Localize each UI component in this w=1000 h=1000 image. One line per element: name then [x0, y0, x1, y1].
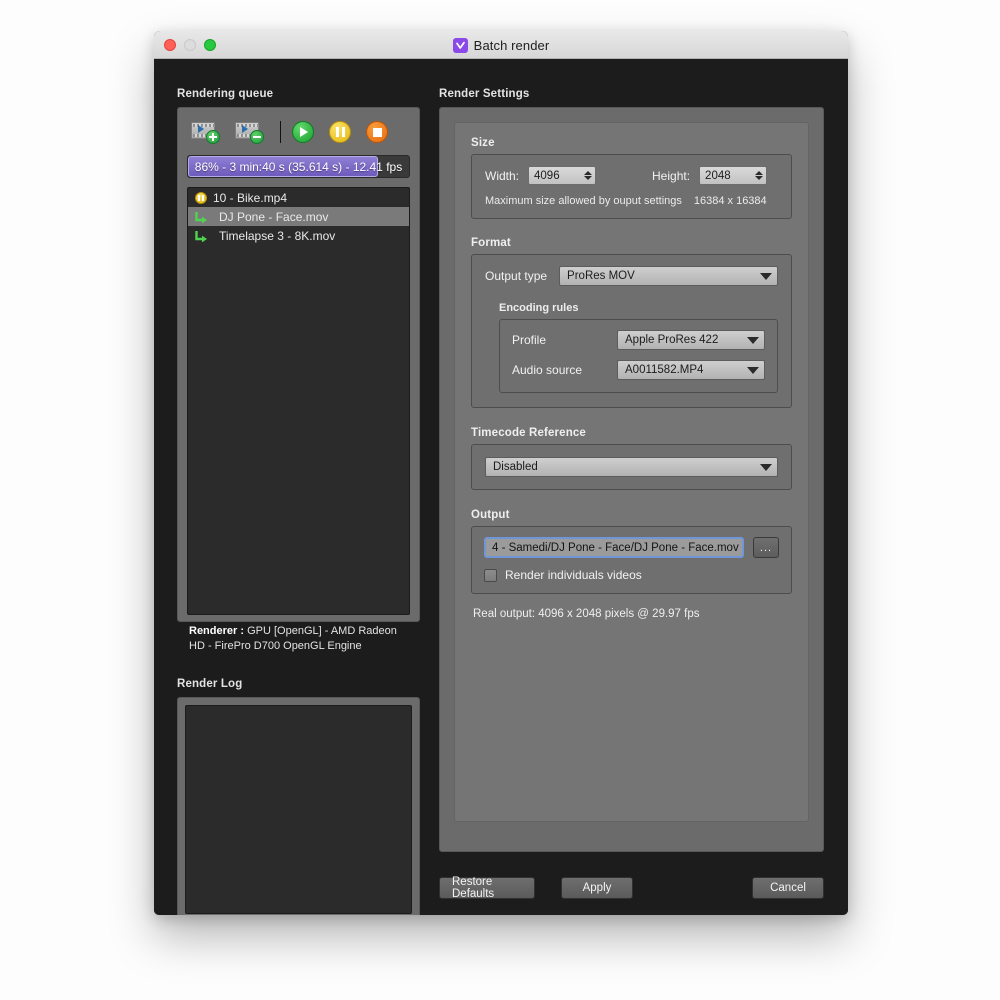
render-individuals-checkbox[interactable]	[484, 568, 497, 582]
audio-source-dropdown[interactable]: A0011582.MP4	[617, 360, 765, 380]
real-output-text: Real output: 4096 x 2048 pixels @ 29.97 …	[473, 608, 700, 620]
chevron-down-icon	[747, 336, 759, 344]
stepper-arrows-icon[interactable]	[584, 171, 593, 180]
add-clip-icon[interactable]	[190, 120, 220, 144]
width-value: 4096	[534, 169, 560, 182]
render-log-panel	[177, 697, 420, 915]
minus-badge-icon	[250, 130, 264, 144]
format-group-title: Format	[471, 237, 511, 249]
list-item[interactable]: 10 - Bike.mp4	[188, 188, 409, 207]
rendering-queue-panel: 86% - 3 min:40 s (35.614 s) - 12.41 fps …	[177, 107, 420, 652]
profile-dropdown[interactable]: Apple ProRes 422	[617, 330, 765, 350]
list-item-label: DJ Pone - Face.mov	[219, 209, 329, 224]
chevron-down-icon	[747, 366, 759, 374]
window-body: Rendering queue 86% - 3 min:40 s (35.614…	[154, 59, 848, 915]
render-progress-text: 86% - 3 min:40 s (35.614 s) - 12.41 fps	[194, 159, 403, 174]
timecode-group-title: Timecode Reference	[471, 427, 586, 439]
profile-label: Profile	[512, 333, 547, 347]
height-label: Height:	[652, 168, 691, 183]
render-queue-list[interactable]: 10 - Bike.mp4 DJ Pone - Face.mov Timelap…	[187, 187, 410, 615]
app-icon	[452, 37, 468, 53]
render-progress-bar: 86% - 3 min:40 s (35.614 s) - 12.41 fps	[187, 155, 410, 178]
output-path-value: 4 - Samedi/DJ Pone - Face/DJ Pone - Face…	[492, 541, 739, 554]
cancel-button[interactable]: Cancel	[752, 877, 824, 899]
render-individuals-label: Render individuals videos	[505, 568, 642, 582]
size-group: Width: 4096 Height: 2048 Maximum size al…	[471, 154, 792, 219]
encoding-rules-title: Encoding rules	[499, 302, 579, 314]
render-settings-panel: Size Width: 4096 Height: 2048 Maximum si…	[439, 107, 824, 852]
timecode-group: Disabled	[471, 444, 792, 490]
render-log-label: Render Log	[177, 678, 243, 690]
render-settings-label: Render Settings	[439, 88, 530, 100]
render-log-column: Render Log	[177, 678, 420, 915]
remove-clip-icon[interactable]	[234, 120, 264, 144]
batch-render-window: Batch render Rendering queue 86% - 3 min…	[154, 31, 848, 915]
width-stepper[interactable]: 4096	[528, 166, 597, 185]
status-arrow-icon	[195, 211, 213, 223]
audio-source-value: A0011582.MP4	[625, 364, 704, 376]
output-group: 4 - Samedi/DJ Pone - Face/DJ Pone - Face…	[471, 526, 792, 594]
output-group-title: Output	[471, 509, 510, 521]
dialog-buttons: Restore Defaults Apply Cancel	[439, 876, 824, 900]
browse-button[interactable]: ...	[753, 537, 779, 558]
renderer-info-prefix: Renderer :	[189, 625, 245, 637]
status-arrow-icon	[195, 230, 213, 242]
output-path-row: 4 - Samedi/DJ Pone - Face/DJ Pone - Face…	[484, 537, 779, 558]
stepper-arrows-icon[interactable]	[755, 171, 764, 180]
timecode-value: Disabled	[493, 461, 538, 473]
play-button[interactable]	[292, 121, 314, 143]
max-size-label: Maximum size allowed by ouput settings	[485, 195, 682, 207]
render-log-box[interactable]	[185, 705, 412, 914]
play-icon	[300, 127, 308, 137]
window-title-group: Batch render	[154, 31, 848, 59]
stop-button[interactable]	[366, 121, 388, 143]
height-value: 2048	[705, 169, 731, 182]
list-item-label: Timelapse 3 - 8K.mov	[219, 228, 336, 243]
apply-button[interactable]: Apply	[561, 877, 633, 899]
renderer-info: Renderer : GPU [OpenGL] - AMD Radeon HD …	[187, 624, 410, 654]
max-size-value: 16384 x 16384	[693, 195, 767, 207]
max-size-note: Maximum size allowed by ouput settings 1…	[485, 195, 778, 207]
encoding-rules-group: Profile Apple ProRes 422 Audio source A0…	[499, 319, 778, 393]
profile-value: Apple ProRes 422	[625, 334, 719, 346]
list-item-label: 10 - Bike.mp4	[213, 190, 288, 205]
chevron-down-icon	[760, 272, 772, 280]
queue-toolbar	[187, 117, 410, 147]
window-title: Batch render	[473, 37, 550, 53]
width-label: Width:	[485, 168, 520, 183]
render-settings-column: Render Settings Size Width: 4096 Height:…	[439, 88, 824, 852]
output-type-label: Output type	[485, 269, 548, 283]
render-settings-inner: Size Width: 4096 Height: 2048 Maximum si…	[454, 122, 809, 822]
output-type-value: ProRes MOV	[567, 270, 635, 282]
window-titlebar: Batch render	[154, 31, 848, 59]
list-item[interactable]: DJ Pone - Face.mov	[188, 207, 409, 226]
render-individuals-row[interactable]: Render individuals videos	[484, 568, 779, 582]
rendering-queue-column: Rendering queue 86% - 3 min:40 s (35.614…	[177, 88, 420, 652]
timecode-dropdown[interactable]: Disabled	[485, 457, 778, 477]
stop-icon	[372, 127, 382, 137]
pause-icon	[335, 127, 345, 137]
chevron-down-icon	[760, 463, 772, 471]
screen-canvas: Batch render Rendering queue 86% - 3 min…	[0, 0, 1000, 1000]
format-group: Output type ProRes MOV Encoding rules Pr…	[471, 254, 792, 408]
pause-button[interactable]	[329, 121, 351, 143]
plus-badge-icon	[206, 130, 220, 144]
rendering-queue-label: Rendering queue	[177, 88, 274, 100]
audio-source-label: Audio source	[512, 363, 583, 377]
output-path-input[interactable]: 4 - Samedi/DJ Pone - Face/DJ Pone - Face…	[484, 537, 744, 558]
restore-defaults-button[interactable]: Restore Defaults	[439, 876, 535, 900]
output-type-dropdown[interactable]: ProRes MOV	[559, 266, 778, 286]
list-item[interactable]: Timelapse 3 - 8K.mov	[188, 226, 409, 245]
toolbar-separator	[280, 121, 281, 143]
size-group-title: Size	[471, 137, 495, 149]
status-pause-icon	[195, 191, 207, 204]
height-stepper[interactable]: 2048	[699, 166, 768, 185]
